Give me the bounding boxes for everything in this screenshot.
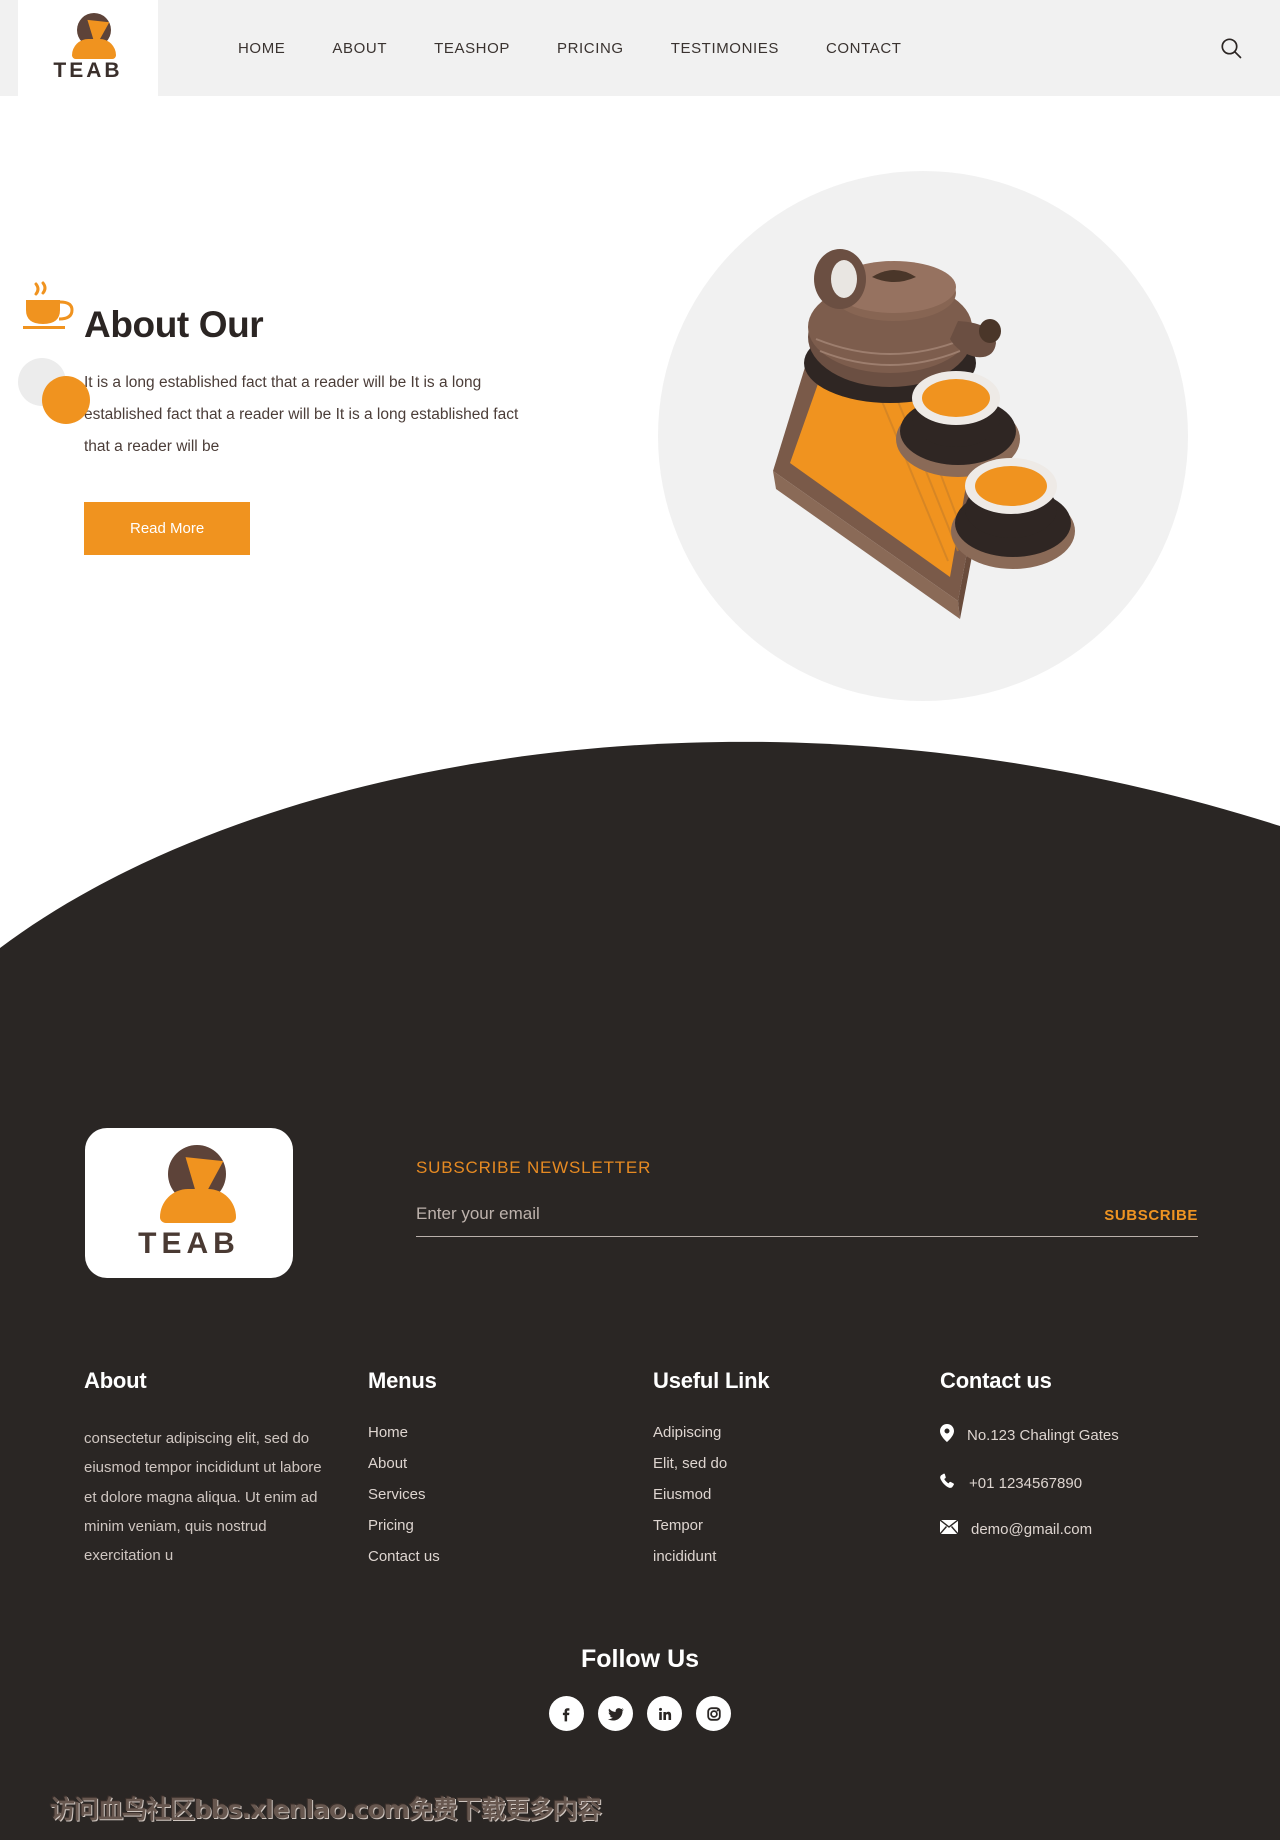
footer-contact-heading: Contact us [940,1368,1052,1393]
footer-link-home[interactable]: Home [368,1424,408,1441]
twitter-icon[interactable] [598,1696,633,1731]
footer-useful-link-4[interactable]: Tempor [653,1517,703,1534]
list-item[interactable]: Contact us [368,1548,588,1566]
logo-body-shape [72,39,116,59]
contact-email-row: demo@gmail.com [939,1519,1240,1539]
footer-link-about[interactable]: About [368,1455,407,1472]
facebook-icon[interactable] [549,1696,584,1731]
list-item[interactable]: About [368,1455,588,1473]
newsletter-form: SUBSCRIBE [416,1204,1198,1237]
nav-item-home[interactable]: HOME [238,40,309,57]
logo-text: TEAB [53,59,123,82]
contact-email: demo@gmail.com [971,1521,1093,1538]
nav-item-pricing[interactable]: PRICING [557,40,648,57]
contact-phone-row: +01 1234567890 [940,1473,1240,1494]
footer-link-services[interactable]: Services [368,1486,426,1503]
watermark-text: 访问血鸟社区bbs.xlenlao.com免费下载更多内容 [50,1795,602,1824]
site-header: TEAB HOME ABOUT TEASHOP PRICING TESTIMON… [0,0,1280,96]
list-item[interactable]: Tempor [653,1517,873,1535]
footer-useful-heading: Useful Link [653,1368,770,1393]
logo-mark [66,13,116,59]
location-pin-icon [940,1424,954,1447]
footer-logo-mark [150,1145,236,1223]
footer-content: TEAB SUBSCRIBE NEWSLETTER SUBSCRIBE Abou… [0,0,1280,1840]
list-item[interactable]: Services [368,1486,588,1504]
list-item[interactable]: Home [368,1424,588,1442]
instagram-icon[interactable] [696,1696,731,1731]
footer-logo[interactable]: TEAB [85,1128,293,1278]
follow-us-section: Follow Us [0,1645,1280,1731]
logo-body-shape [160,1189,236,1223]
footer-useful-link-5[interactable]: incididunt [653,1548,716,1565]
footer-useful-link-2[interactable]: Elit, sed do [653,1455,727,1472]
contact-phone: +01 1234567890 [969,1475,1083,1492]
nav-item-about[interactable]: ABOUT [332,40,411,57]
phone-icon [940,1473,956,1494]
search-icon[interactable] [1216,33,1246,63]
newsletter-title: SUBSCRIBE NEWSLETTER [416,1158,652,1177]
footer-column-useful-link: Useful Link Adipiscing Elit, sed do Eius… [653,1368,873,1579]
newsletter-subscribe-button[interactable]: SUBSCRIBE [1104,1207,1198,1224]
nav-item-contact[interactable]: CONTACT [826,40,902,57]
footer-link-pricing[interactable]: Pricing [368,1517,414,1534]
list-item[interactable]: Elit, sed do [653,1455,873,1473]
newsletter-email-input[interactable] [416,1204,1036,1224]
list-item[interactable]: Eiusmod [653,1486,873,1504]
footer-about-text: consectetur adipiscing elit, sed do eius… [84,1430,322,1564]
social-links [0,1696,1280,1731]
contact-address: No.123 Chalingt Gates [967,1427,1119,1444]
list-item[interactable]: incididunt [653,1548,873,1566]
nav-item-teashop[interactable]: TEASHOP [434,40,534,57]
linkedin-icon[interactable] [647,1696,682,1731]
footer-column-menus: Menus Home About Services Pricing Contac… [368,1368,588,1579]
nav-item-testimonies[interactable]: TESTIMONIES [671,40,803,57]
footer-useful-link-1[interactable]: Adipiscing [653,1424,721,1441]
footer-menus-heading: Menus [368,1368,437,1393]
envelope-icon [939,1519,959,1539]
newsletter-section: SUBSCRIBE NEWSLETTER SUBSCRIBE [416,1158,1198,1237]
site-logo[interactable]: TEAB [18,0,158,96]
contact-address-row: No.123 Chalingt Gates [940,1424,1240,1447]
footer-column-contact: Contact us No.123 Chalingt Gates +01 123… [939,1368,1240,1565]
footer-column-about: About consectetur adipiscing elit, sed d… [84,1368,334,1570]
footer-useful-link-3[interactable]: Eiusmod [653,1486,711,1503]
main-navigation: HOME ABOUT TEASHOP PRICING TESTIMONIES C… [238,0,902,96]
footer-menus-list: Home About Services Pricing Contact us [368,1424,588,1566]
follow-us-heading: Follow Us [580,1645,700,1673]
list-item[interactable]: Pricing [368,1517,588,1535]
footer-link-contact-us[interactable]: Contact us [368,1548,440,1565]
list-item[interactable]: Adipiscing [653,1424,873,1442]
footer-about-heading: About [84,1368,147,1393]
footer-useful-list: Adipiscing Elit, sed do Eiusmod Tempor i… [653,1424,873,1566]
footer-logo-text: TEAB [138,1227,240,1260]
